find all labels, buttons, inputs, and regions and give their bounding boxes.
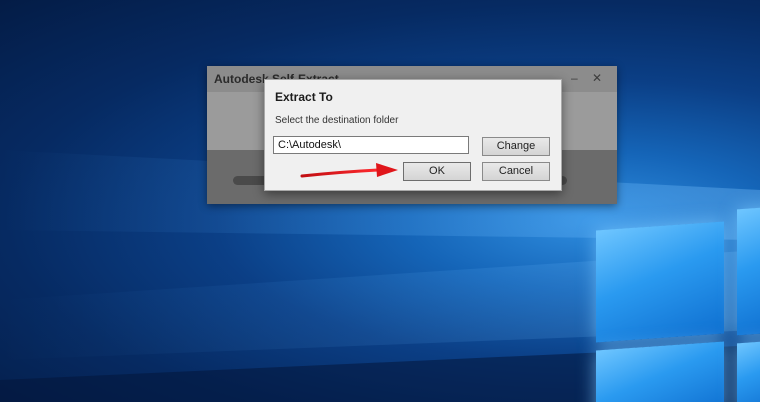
windows-logo-pane <box>737 206 760 336</box>
minimize-icon[interactable]: – <box>571 71 578 85</box>
dialog-instruction: Select the destination folder <box>275 115 399 126</box>
close-icon[interactable]: ✕ <box>592 71 602 85</box>
change-button[interactable]: Change <box>482 137 550 156</box>
cancel-button[interactable]: Cancel <box>482 162 550 181</box>
dialog-title: Extract To <box>275 90 333 104</box>
windows-logo-pane <box>596 341 724 402</box>
windows-logo-pane <box>737 340 760 402</box>
desktop-background: Autodesk Self-Extract – ✕ Extract To Sel… <box>0 0 760 402</box>
destination-folder-input[interactable] <box>273 136 469 154</box>
ok-button[interactable]: OK <box>403 162 471 181</box>
windows-logo-pane <box>596 221 724 343</box>
extract-to-dialog: Extract To Select the destination folder… <box>264 79 562 191</box>
